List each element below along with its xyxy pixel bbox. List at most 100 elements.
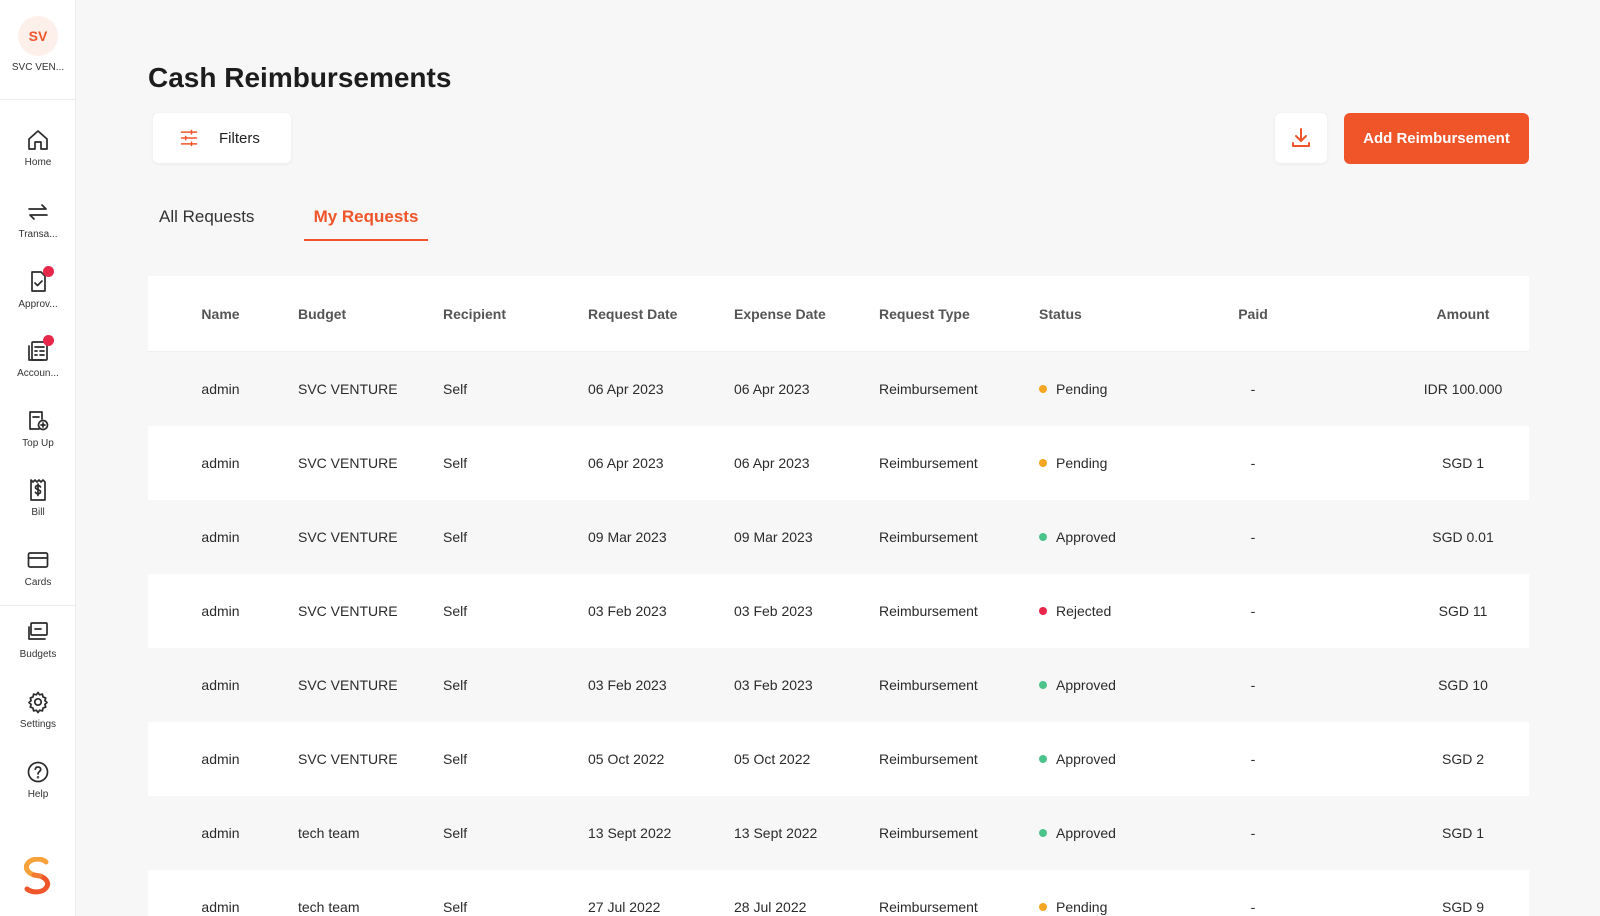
cell-request-type: Reimbursement [879, 899, 978, 915]
status-text: Approved [1056, 751, 1116, 767]
table-row[interactable]: admin SVC VENTURE Self 06 Apr 2023 06 Apr 20… [148, 352, 1529, 426]
cell-budget: SVC VENTURE [298, 455, 398, 471]
nav-label: Home [24, 157, 52, 168]
nav-label: Top Up [22, 438, 54, 449]
cell-expense-date: 13 Sept 2022 [734, 825, 818, 841]
cell-request-date: 06 Apr 2023 [588, 455, 664, 471]
table-row[interactable]: admin SVC VENTURE Self 03 Feb 2023 03 Feb 20… [148, 574, 1529, 648]
column-header-name[interactable]: Name [148, 306, 293, 322]
cell-request-date: 05 Oct 2022 [588, 751, 665, 767]
column-header-expense-date[interactable]: Expense Date [734, 306, 826, 322]
nav-label: Bill [31, 507, 45, 518]
nav-label: Help [27, 789, 49, 800]
cell-recipient: Self [443, 455, 468, 471]
nav-label: Cards [24, 577, 52, 588]
cell-request-date: 06 Apr 2023 [588, 381, 664, 397]
page-title: Cash Reimbursements [148, 62, 452, 93]
nav-item-cards[interactable]: Cards [0, 548, 76, 606]
nav-label: Budgets [19, 649, 57, 660]
column-header-paid[interactable]: Paid [1238, 306, 1268, 322]
tab-my-requests[interactable]: My Requests [304, 207, 428, 241]
table-row[interactable]: admin tech team Self 13 Sept 2022 13 Sept 20… [148, 796, 1529, 870]
nav-item-accounting[interactable]: Accoun... [0, 335, 76, 397]
cell-request-date: 03 Feb 2023 [588, 677, 667, 693]
nav-item-settings[interactable]: Settings [0, 690, 76, 748]
cell-budget: SVC VENTURE [298, 529, 398, 545]
cell-paid: - [1250, 899, 1256, 915]
tab-all-requests[interactable]: All Requests [159, 207, 254, 241]
cell-request-type: Reimbursement [879, 677, 978, 693]
nav-item-home[interactable]: Home [0, 128, 76, 186]
cell-paid: - [1250, 603, 1256, 619]
table-row[interactable]: admin SVC VENTURE Self 05 Oct 2022 05 Oct 20… [148, 722, 1529, 796]
add-reimbursement-button[interactable]: Add Reimbursement [1344, 113, 1529, 164]
cell-amount: SGD 10 [1438, 677, 1488, 693]
nav-item-transactions[interactable]: Transa... [0, 200, 76, 258]
sidebar: SV SVC VEN... Home Transa... Approv... A… [0, 0, 76, 916]
status-dot-icon [1039, 459, 1047, 467]
status-dot-icon [1039, 607, 1047, 615]
cell-request-type: Reimbursement [879, 603, 978, 619]
cell-amount: SGD 9 [1441, 899, 1484, 915]
nav-item-top-up[interactable]: Top Up [0, 409, 76, 467]
cell-request-date: 27 Jul 2022 [588, 899, 661, 915]
column-header-request-date[interactable]: Request Date [588, 306, 677, 322]
cell-request-date: 13 Sept 2022 [588, 825, 672, 841]
cell-budget: tech team [298, 899, 360, 915]
nav-item-bill[interactable]: Bill [0, 478, 76, 536]
status-text: Approved [1056, 677, 1116, 693]
cell-amount: IDR 100.000 [1423, 381, 1503, 397]
cell-request-type: Reimbursement [879, 455, 978, 471]
nav-item-approvals[interactable]: Approv... [0, 266, 76, 328]
org-avatar: SV [18, 16, 58, 56]
table-row[interactable]: admin SVC VENTURE Self 06 Apr 2023 06 Apr 20… [148, 426, 1529, 500]
column-header-status[interactable]: Status [1039, 306, 1082, 322]
table-row[interactable]: admin SVC VENTURE Self 09 Mar 2023 09 Mar 20… [148, 500, 1529, 574]
cell-recipient: Self [443, 751, 468, 767]
cell-recipient: Self [443, 603, 468, 619]
table-body: admin SVC VENTURE Self 06 Apr 2023 06 Apr 20… [148, 352, 1529, 916]
cell-expense-date: 06 Apr 2023 [734, 381, 810, 397]
home-icon [28, 130, 48, 150]
status-dot-icon [1039, 829, 1047, 837]
column-header-amount[interactable]: Amount [1348, 306, 1578, 322]
status-badge: Pending [1039, 381, 1107, 397]
cell-recipient: Self [443, 381, 468, 397]
bill-dollar-icon [30, 479, 46, 501]
cell-budget: SVC VENTURE [298, 677, 398, 693]
cell-name: admin [201, 455, 240, 471]
cell-request-type: Reimbursement [879, 751, 978, 767]
cell-name: admin [201, 603, 240, 619]
cell-budget: SVC VENTURE [298, 751, 398, 767]
cell-amount: SGD 11 [1438, 603, 1488, 619]
status-badge: Approved [1039, 677, 1116, 693]
filters-button[interactable]: Filters [153, 113, 291, 163]
reimbursements-table: Name Budget Recipient Request Date Expen… [148, 276, 1529, 916]
org-name: SVC VEN... [11, 62, 65, 73]
column-header-request-type[interactable]: Request Type [879, 306, 970, 322]
status-badge: Rejected [1039, 603, 1111, 619]
column-header-budget[interactable]: Budget [298, 306, 346, 322]
cell-paid: - [1250, 455, 1256, 471]
table-row[interactable]: admin SVC VENTURE Self 03 Feb 2023 03 Feb 20… [148, 648, 1529, 722]
cell-budget: tech team [298, 825, 360, 841]
table-row[interactable]: admin tech team Self 27 Jul 2022 28 Jul 2022… [148, 870, 1529, 916]
cell-request-type: Reimbursement [879, 381, 978, 397]
status-badge: Approved [1039, 825, 1116, 841]
cell-recipient: Self [443, 825, 468, 841]
nav-item-help[interactable]: Help [0, 760, 76, 818]
status-dot-icon [1039, 755, 1047, 763]
cell-amount: SGD 0.01 [1432, 529, 1494, 545]
notification-badge [43, 266, 54, 277]
notification-badge [43, 335, 54, 346]
card-icon [27, 552, 49, 568]
cell-recipient: Self [443, 529, 468, 545]
status-dot-icon [1039, 681, 1047, 689]
status-dot-icon [1039, 903, 1047, 911]
org-switcher[interactable]: SV SVC VEN... [0, 0, 76, 100]
column-header-recipient[interactable]: Recipient [443, 306, 506, 322]
transfer-arrows-icon [28, 204, 48, 220]
cell-amount: SGD 1 [1441, 825, 1484, 841]
download-button[interactable] [1275, 113, 1327, 163]
nav-item-budgets[interactable]: Budgets [0, 620, 76, 678]
